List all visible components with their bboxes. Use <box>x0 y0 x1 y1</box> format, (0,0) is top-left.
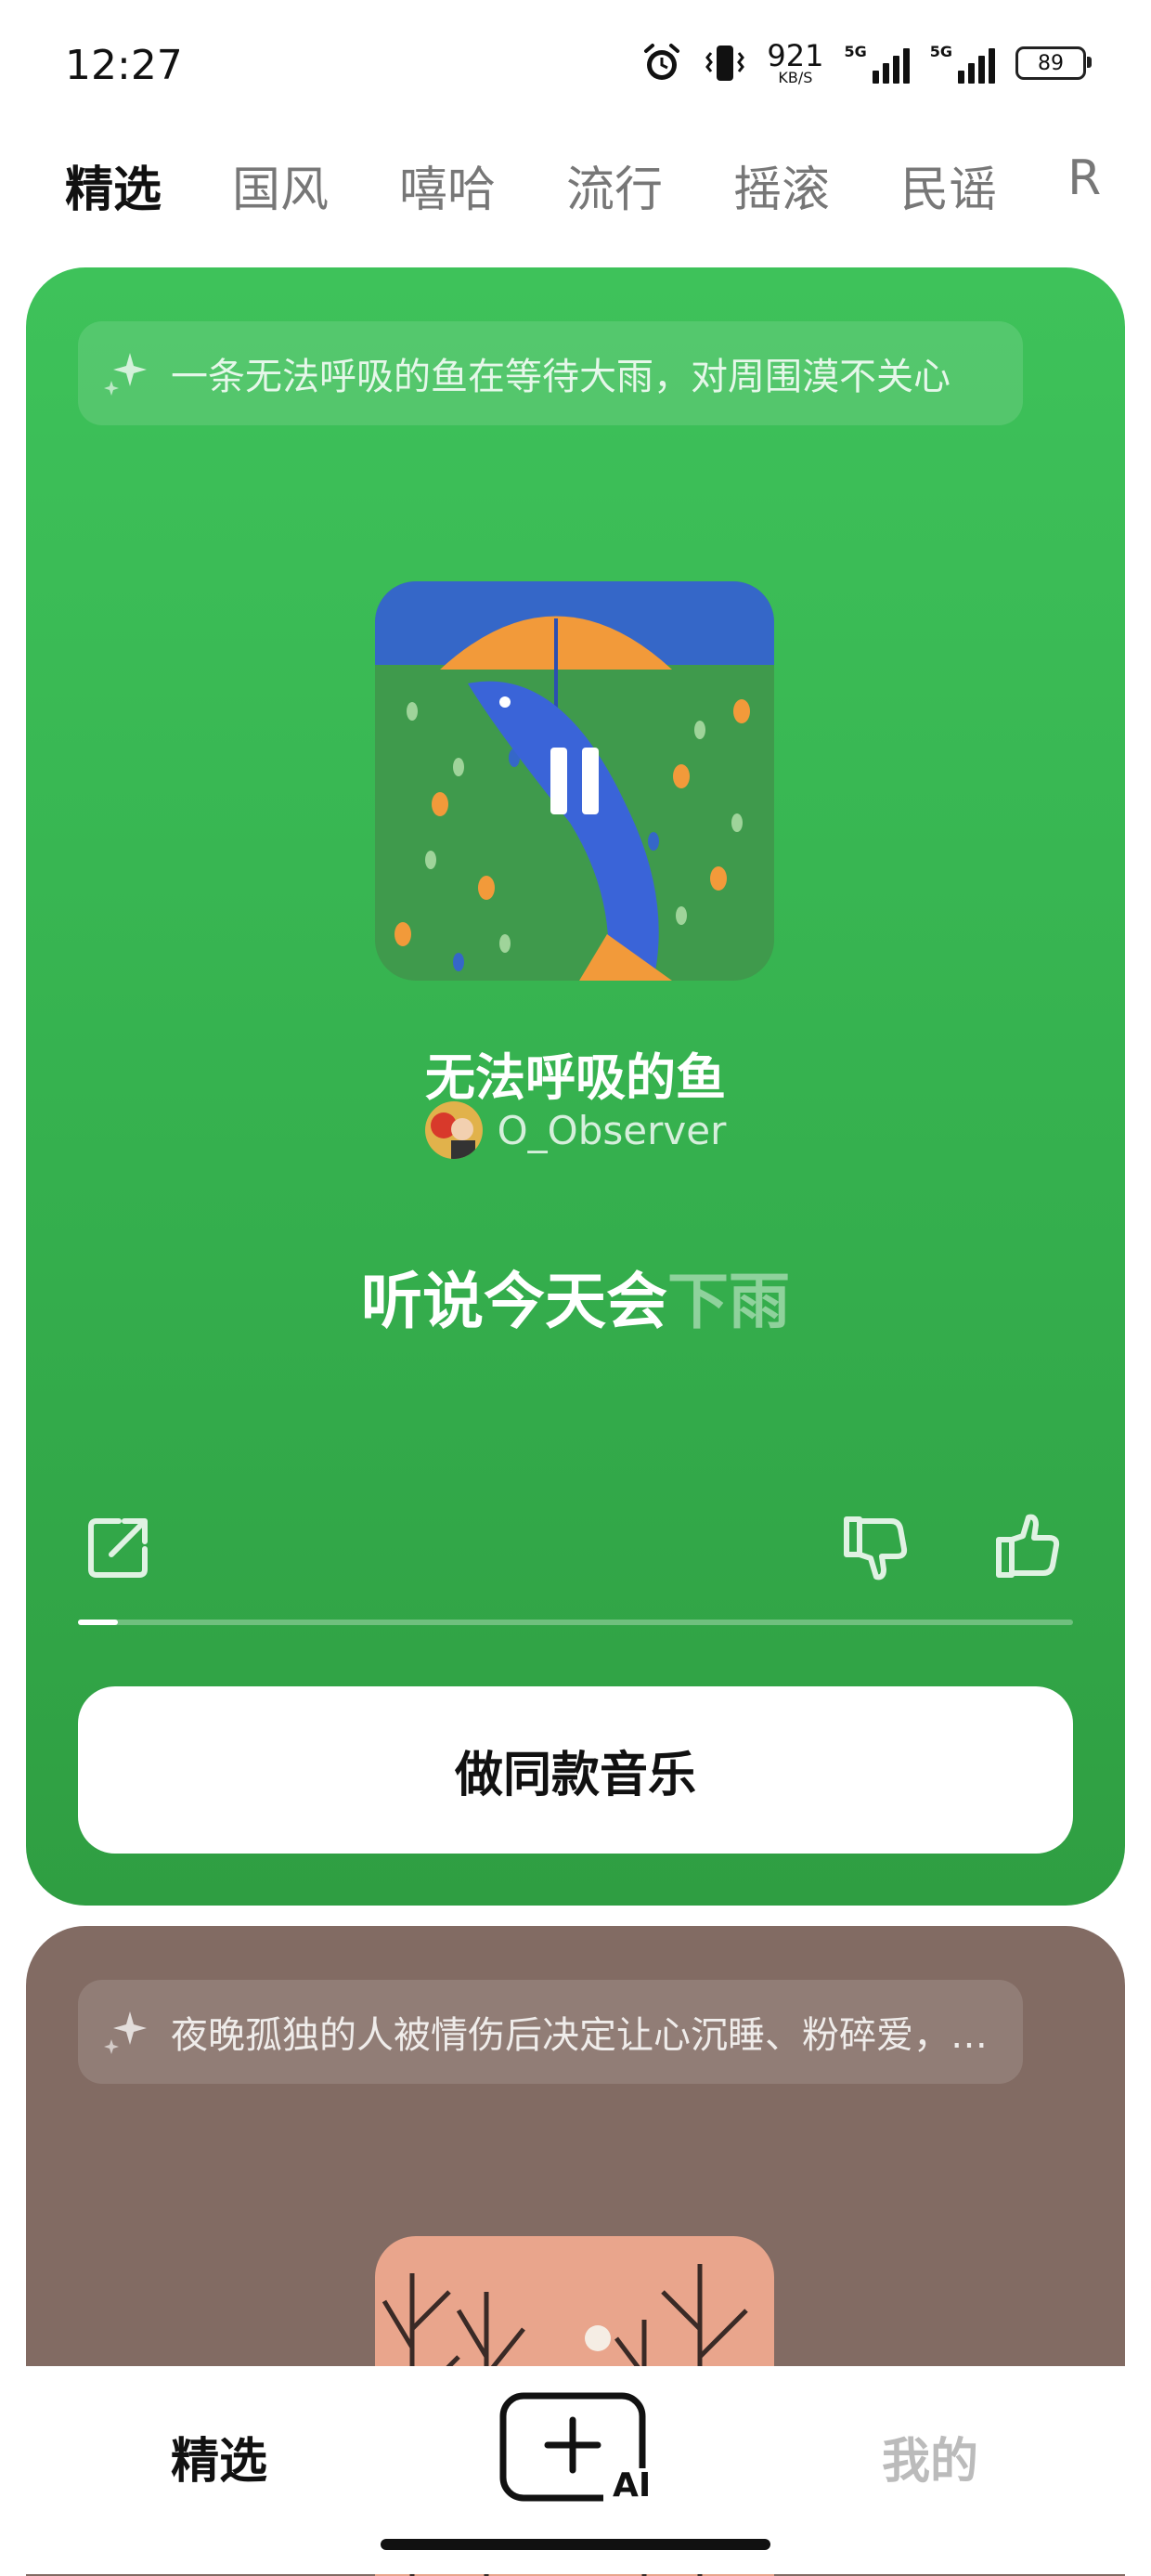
pause-icon[interactable] <box>547 744 602 818</box>
battery-icon: 89 <box>1015 46 1092 80</box>
nav-featured[interactable]: 精选 <box>171 2422 267 2491</box>
signal-icon-2: 5G <box>930 43 995 84</box>
status-icons: 921 KB/S 5G 5G 89 <box>640 41 1092 85</box>
net-speed: 921 KB/S <box>767 41 823 85</box>
signal-tag: 5G <box>844 43 867 60</box>
album-cover[interactable] <box>375 581 774 981</box>
progress-fill <box>78 1620 118 1625</box>
lyric-line: 听说今天会下雨 <box>26 1252 1125 1341</box>
avatar <box>424 1101 483 1159</box>
sparkle-icon <box>104 353 147 396</box>
tab-流行[interactable]: 流行 <box>566 150 663 220</box>
vibrate-icon <box>705 46 745 81</box>
tab-国风[interactable]: 国风 <box>232 150 329 220</box>
song-card: 一条无法呼吸的鱼在等待大雨，对周围漠不关心 无法呼吸的鱼 O_Observer … <box>26 267 1125 1906</box>
lyric-sung: 听说今天会 <box>361 1266 667 1337</box>
thumbs-down-icon[interactable] <box>839 1512 910 1582</box>
ai-label: AI <box>613 2466 652 2504</box>
alarm-icon <box>644 44 680 80</box>
net-speed-value: 921 <box>767 38 824 73</box>
prompt-box-2: 夜晚孤独的人被情伤后决定让心沉睡、粉碎爱，… <box>78 1980 1023 2084</box>
net-speed-unit: KB/S <box>778 69 813 86</box>
thumbs-up-icon[interactable] <box>991 1512 1062 1582</box>
progress-bar[interactable] <box>78 1620 1073 1625</box>
share-icon[interactable] <box>84 1512 154 1582</box>
bottom-nav: 精选 AI 我的 <box>0 2366 1151 2574</box>
sparkle-icon <box>104 2011 147 2054</box>
tab-r[interactable]: R <box>1067 150 1101 220</box>
status-time: 12:27 <box>65 42 183 89</box>
signal-icon: 5G <box>844 43 910 84</box>
battery-level: 89 <box>1038 51 1064 75</box>
song-title: 无法呼吸的鱼 <box>425 1048 726 1107</box>
prompt-text-2: 夜晚孤独的人被情伤后决定让心沉睡、粉碎爱，… <box>171 2014 988 2057</box>
prompt-box: 一条无法呼吸的鱼在等待大雨，对周围漠不关心 <box>78 321 1023 425</box>
author-name: O_Observer <box>497 1107 727 1153</box>
signal-tag-2: 5G <box>929 43 952 60</box>
lyric-upcoming: 下雨 <box>667 1266 790 1337</box>
tab-民谣[interactable]: 民谣 <box>900 150 997 220</box>
tab-精选[interactable]: 精选 <box>65 150 162 220</box>
tab-嘻哈[interactable]: 嘻哈 <box>399 150 496 220</box>
author-row[interactable]: O_Observer <box>26 1101 1125 1159</box>
genre-tabs: 精选 国风 嘻哈 流行 摇滚 民谣 R <box>65 150 1101 220</box>
create-ai-button[interactable]: AI <box>499 2392 652 2509</box>
nav-mine[interactable]: 我的 <box>882 2422 978 2491</box>
home-indicator <box>381 2539 770 2550</box>
prompt-text: 一条无法呼吸的鱼在等待大雨，对周围漠不关心 <box>171 356 951 398</box>
make-same-music-button[interactable]: 做同款音乐 <box>78 1686 1073 1854</box>
tab-摇滚[interactable]: 摇滚 <box>733 150 830 220</box>
